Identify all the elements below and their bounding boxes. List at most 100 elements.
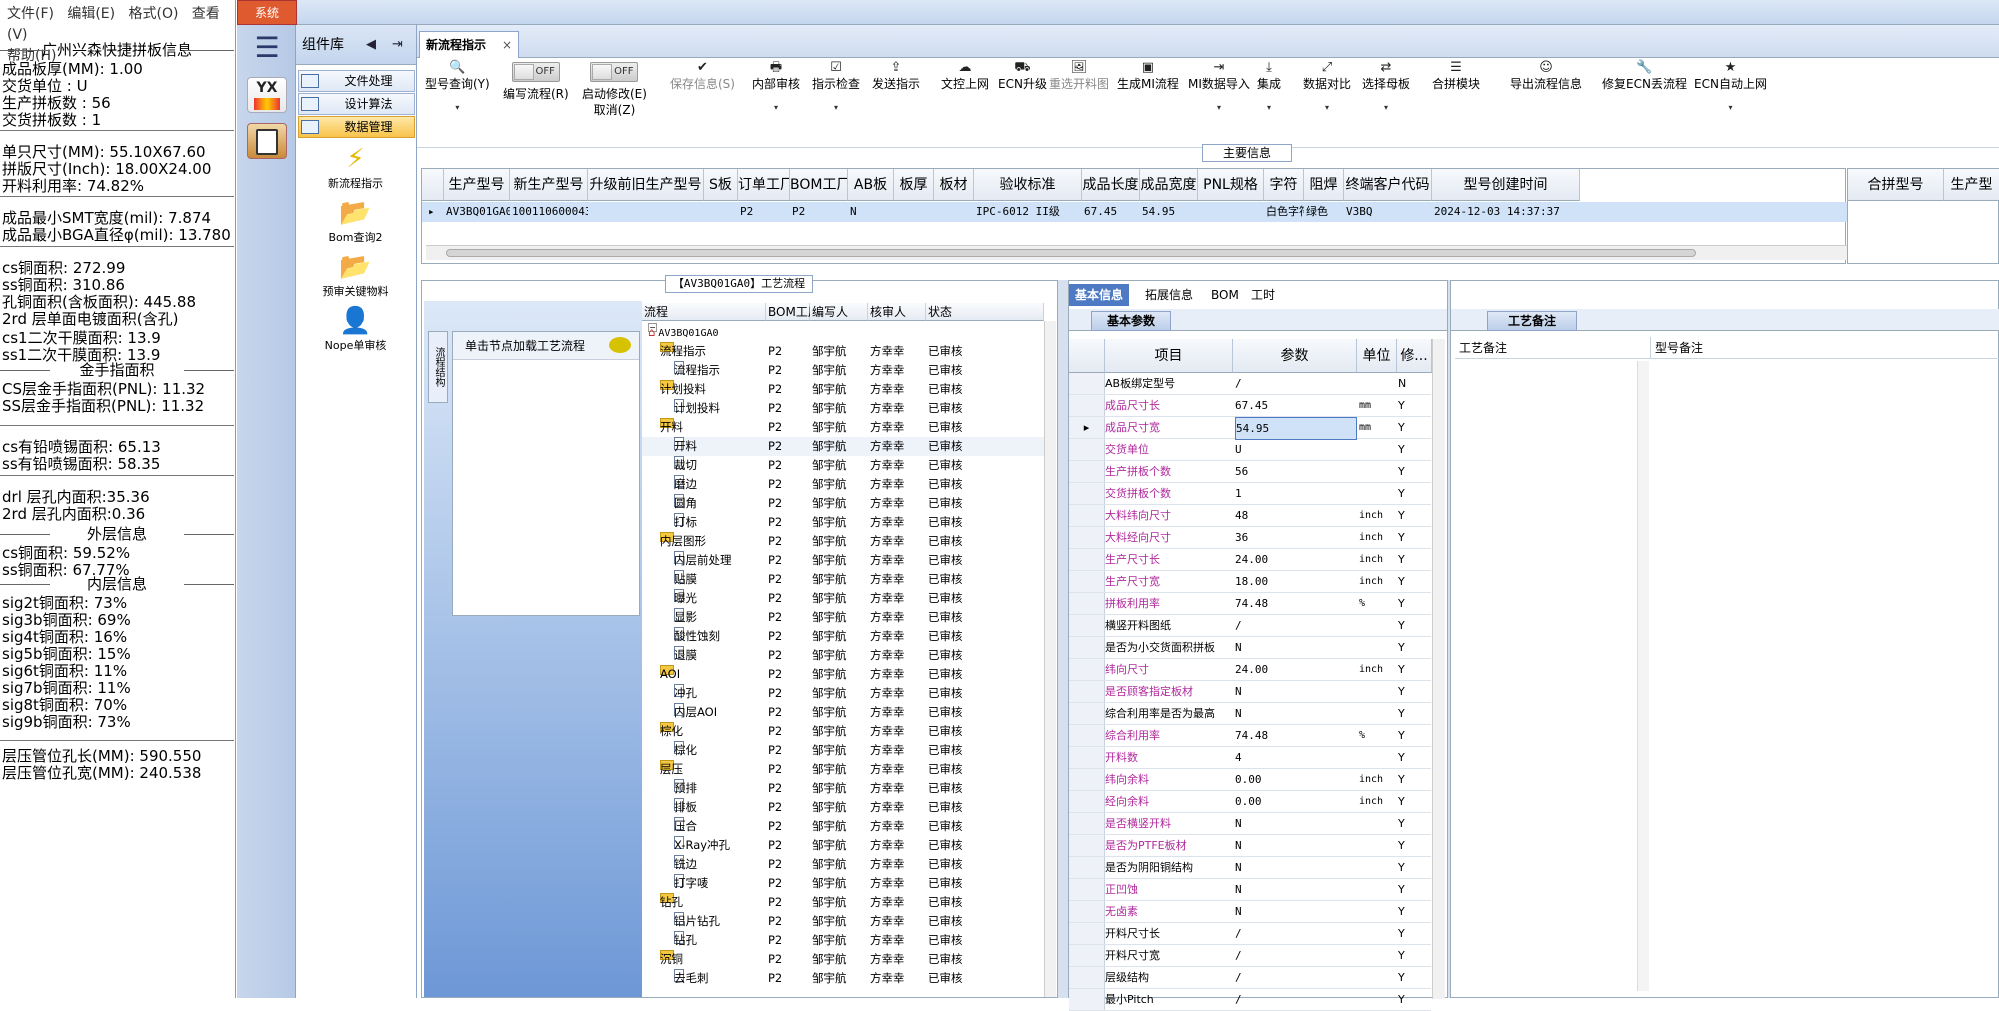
tree-row[interactable]: 曝光 P2 邹宇航 方幸幸 已审核: [642, 589, 1056, 608]
column-header[interactable]: 新生产型号: [510, 169, 588, 201]
column-header[interactable]: BOM工厂: [766, 303, 820, 321]
param-modify[interactable]: Y: [1398, 901, 1420, 922]
param-modify[interactable]: Y: [1398, 989, 1420, 1010]
param-value[interactable]: N: [1235, 879, 1357, 900]
table-cell[interactable]: 白色字符: [1264, 202, 1304, 222]
tree-node[interactable]: 流程指示: [674, 361, 720, 380]
column-header[interactable]: PNL规格: [1198, 169, 1264, 201]
param-value[interactable]: 24.00: [1235, 549, 1357, 570]
tree-node[interactable]: 圆角: [674, 494, 697, 513]
param-modify[interactable]: Y: [1398, 593, 1420, 614]
param-value[interactable]: N: [1235, 835, 1357, 856]
toolbar-label-2[interactable]: 取消(Z): [582, 102, 647, 118]
column-header[interactable]: 字符: [1264, 169, 1304, 201]
table-cell[interactable]: 2024-12-03 14:37:37: [1432, 202, 1580, 222]
tree-node[interactable]: 酸性蚀刻: [674, 627, 720, 646]
tree-row[interactable]: 裁切 P2 邹宇航 方幸幸 已审核: [642, 456, 1056, 475]
param-value[interactable]: N: [1235, 901, 1357, 922]
horizontal-scrollbar[interactable]: [426, 245, 1847, 260]
tree-row[interactable]: 显影 P2 邹宇航 方幸幸 已审核: [642, 608, 1056, 627]
toolbar-button-0[interactable]: 🔍 型号查询(Y) ▾: [425, 60, 490, 116]
tree-node[interactable]: 棕化: [674, 741, 697, 760]
tree-node[interactable]: 打标: [674, 513, 697, 532]
column-header[interactable]: AB板: [848, 169, 894, 201]
tree-node[interactable]: 排板: [674, 798, 697, 817]
param-value[interactable]: N: [1235, 813, 1357, 834]
table-cell[interactable]: [704, 202, 738, 222]
param-row[interactable]: 开料尺寸宽 / Y: [1069, 945, 1431, 967]
param-row[interactable]: 是否为PTFE板材 N Y: [1069, 835, 1431, 857]
menu-file[interactable]: 文件(F): [7, 6, 54, 22]
param-row[interactable]: 大料经向尺寸 36 inch Y: [1069, 527, 1431, 549]
tab-work-hours[interactable]: 工时: [1245, 284, 1281, 306]
tree-row[interactable]: −开料 P2 邹宇航 方幸幸 已审核: [642, 418, 1056, 437]
toolbar-button-15[interactable]: ☰ 合拼模块: [1432, 60, 1480, 92]
param-modify[interactable]: Y: [1398, 791, 1420, 812]
toggle-switch[interactable]: OFF: [590, 62, 639, 82]
tree-row[interactable]: 打标 P2 邹宇航 方幸幸 已审核: [642, 513, 1056, 532]
column-header[interactable]: 验收标准: [974, 169, 1082, 201]
tree-node[interactable]: 开料: [674, 437, 697, 456]
tree-row[interactable]: 计划投料 P2 邹宇航 方幸幸 已审核: [642, 399, 1056, 418]
param-modify[interactable]: Y: [1398, 923, 1420, 944]
param-modify[interactable]: Y: [1398, 857, 1420, 878]
tool-bom-query[interactable]: 📂 Bom查询2: [296, 197, 415, 245]
column-header[interactable]: 终端客户代码: [1344, 169, 1432, 201]
table-cell[interactable]: P2: [738, 202, 790, 222]
column-header[interactable]: 升级前旧生产型号: [588, 169, 704, 201]
tree-node[interactable]: 压合: [674, 817, 697, 836]
tree-row[interactable]: −棕化 P2 邹宇航 方幸幸 已审核: [642, 722, 1056, 741]
column-header[interactable]: 阻焊: [1304, 169, 1344, 201]
table-cell[interactable]: V3BQ: [1344, 202, 1432, 222]
param-value[interactable]: /: [1235, 967, 1357, 988]
tree-row[interactable]: 铝片钻孔 P2 邹宇航 方幸幸 已审核: [642, 912, 1056, 931]
tree-node[interactable]: −AOI: [660, 665, 680, 684]
param-value[interactable]: 0.00: [1235, 791, 1357, 812]
tree-node[interactable]: −沉铜: [660, 950, 683, 969]
param-modify[interactable]: N: [1398, 373, 1420, 394]
param-value[interactable]: N: [1235, 703, 1357, 724]
table-cell[interactable]: 54.95: [1140, 202, 1198, 222]
tree-row[interactable]: 铣边 P2 邹宇航 方幸幸 已审核: [642, 855, 1056, 874]
menu-edit[interactable]: 编辑(E): [67, 6, 115, 22]
param-modify[interactable]: Y: [1398, 813, 1420, 834]
param-row[interactable]: 正凹蚀 N Y: [1069, 879, 1431, 901]
tree-node[interactable]: 打字唛: [674, 874, 709, 893]
param-modify[interactable]: Y: [1398, 659, 1420, 680]
column-header[interactable]: 板材: [934, 169, 974, 201]
param-value[interactable]: 1: [1235, 483, 1357, 504]
menu-design-algorithm[interactable]: 设计算法: [298, 93, 415, 115]
param-modify[interactable]: Y: [1398, 527, 1420, 548]
tree-node[interactable]: 裁切: [674, 456, 697, 475]
tree-row[interactable]: 冲孔 P2 邹宇航 方幸幸 已审核: [642, 684, 1056, 703]
param-modify[interactable]: Y: [1398, 637, 1420, 658]
table-cell[interactable]: [894, 202, 934, 222]
tree-node[interactable]: 显影: [674, 608, 697, 627]
param-row[interactable]: 交货拼板个数 1 Y: [1069, 483, 1431, 505]
param-row[interactable]: 层级结构 / Y: [1069, 967, 1431, 989]
tree-row[interactable]: −层压 P2 邹宇航 方幸幸 已审核: [642, 760, 1056, 779]
param-value[interactable]: 18.00: [1235, 571, 1357, 592]
tree-row[interactable]: 压合 P2 邹宇航 方幸幸 已审核: [642, 817, 1056, 836]
tab-bom[interactable]: BOM: [1205, 284, 1245, 306]
column-header[interactable]: S板: [704, 169, 738, 201]
close-icon[interactable]: ×: [502, 32, 512, 58]
col-item[interactable]: 项目: [1105, 339, 1233, 373]
tool-new-flow[interactable]: ⚡ 新流程指示: [296, 143, 415, 191]
chevron-down-icon[interactable]: ▾: [752, 100, 800, 116]
toolbar-button-18[interactable]: ★ ECN自动上网 ▾: [1694, 60, 1767, 116]
param-value[interactable]: N: [1235, 681, 1357, 702]
param-modify[interactable]: Y: [1398, 945, 1420, 966]
param-modify[interactable]: Y: [1398, 769, 1420, 790]
param-row[interactable]: 大料纬向尺寸 48 inch Y: [1069, 505, 1431, 527]
param-value[interactable]: /: [1235, 615, 1357, 636]
col-model-note[interactable]: 型号备注: [1651, 337, 1999, 359]
tree-node[interactable]: X-Ray冲孔: [674, 836, 730, 855]
param-row[interactable]: 是否为小交货面积拼板 N Y: [1069, 637, 1431, 659]
param-row[interactable]: 开料数 4 Y: [1069, 747, 1431, 769]
tree-row[interactable]: 流程指示 P2 邹宇航 方幸幸 已审核: [642, 361, 1056, 380]
tree-row[interactable]: 棕化 P2 邹宇航 方幸幸 已审核: [642, 741, 1056, 760]
tree-row[interactable]: −钻孔 P2 邹宇航 方幸幸 已审核: [642, 893, 1056, 912]
param-value[interactable]: N: [1235, 857, 1357, 878]
column-header[interactable]: 生产型号: [444, 169, 510, 201]
